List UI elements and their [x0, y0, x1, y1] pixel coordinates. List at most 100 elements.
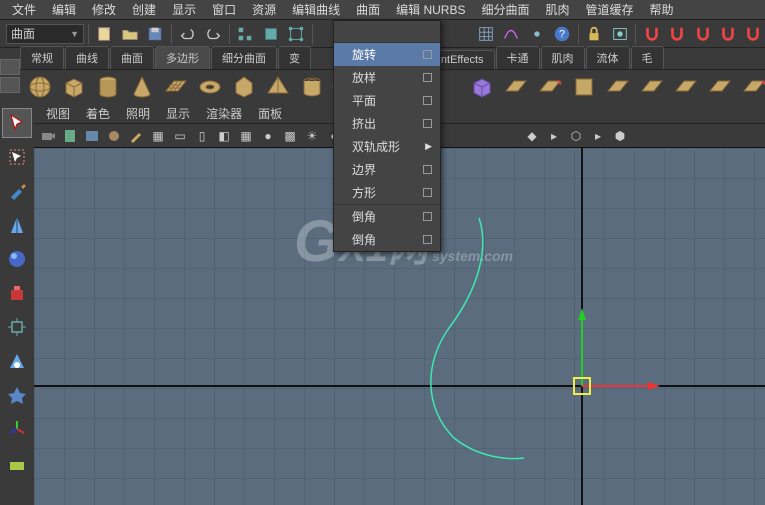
select-obj-icon[interactable] [259, 22, 282, 46]
poly-cone-icon[interactable] [126, 71, 158, 103]
save-scene-icon[interactable] [144, 22, 167, 46]
poly-op1-icon[interactable] [500, 71, 532, 103]
magnet-1-icon[interactable] [640, 22, 663, 46]
render-icon[interactable] [608, 22, 631, 46]
option-box-icon[interactable] [423, 188, 432, 197]
menu-help[interactable]: 帮助 [642, 0, 682, 20]
option-box-icon[interactable] [423, 119, 432, 128]
shelf-tab-muscle[interactable]: 肌肉 [541, 46, 585, 69]
poly-pipe-icon[interactable] [296, 71, 328, 103]
poly-op5-icon[interactable] [636, 71, 668, 103]
film-gate-icon[interactable]: ▭ [170, 126, 190, 146]
menu-assets[interactable]: 资源 [244, 0, 284, 20]
poly-op8-icon[interactable] [738, 71, 765, 103]
manip-tool[interactable] [2, 312, 32, 342]
panel-menu-panels[interactable]: 面板 [250, 103, 290, 124]
shelf-tab-general[interactable]: 常规 [20, 46, 64, 69]
option-box-icon[interactable] [423, 165, 432, 174]
camera-sel-icon[interactable] [38, 126, 58, 146]
view-axis-icon[interactable] [2, 414, 32, 444]
poly-op4-icon[interactable] [602, 71, 634, 103]
redo-icon[interactable] [201, 22, 224, 46]
dropdown-loft[interactable]: 放样 [334, 66, 440, 89]
poly-sphere-icon[interactable] [24, 71, 56, 103]
res-gate-icon[interactable]: ▯ [192, 126, 212, 146]
option-box-icon[interactable] [423, 212, 432, 221]
gate-mask-icon[interactable]: ◧ [214, 126, 234, 146]
dropdown-planar[interactable]: 平面 [334, 89, 440, 112]
poly-torus-icon[interactable] [194, 71, 226, 103]
dropdown-extrude[interactable]: 挤出 [334, 112, 440, 135]
undo-icon[interactable] [176, 22, 199, 46]
dropdown-square[interactable]: 方形 [334, 181, 440, 204]
dropdown-bevel[interactable]: 倒角 [334, 205, 440, 228]
menu-window[interactable]: 窗口 [204, 0, 244, 20]
shelf-up-button[interactable] [0, 59, 20, 75]
panel-menu-renderer[interactable]: 渲染器 [198, 103, 250, 124]
2d-pan-icon[interactable] [104, 126, 124, 146]
move-tool[interactable] [2, 210, 32, 240]
menu-file[interactable]: 文件 [4, 0, 44, 20]
poly-op2-icon[interactable] [534, 71, 566, 103]
poly-cube-sel-icon[interactable] [466, 71, 498, 103]
dropdown-boundary[interactable]: 边界 [334, 158, 440, 181]
bookmark-icon[interactable] [60, 126, 80, 146]
snap-point-icon[interactable] [525, 22, 548, 46]
poly-prism-icon[interactable] [228, 71, 260, 103]
wireframe-icon[interactable]: ▦ [236, 126, 256, 146]
dropdown-birail[interactable]: 双轨成形 ▶ [334, 135, 440, 158]
magnet-5-icon[interactable] [742, 22, 765, 46]
poly-pyramid-icon[interactable] [262, 71, 294, 103]
snap-grid-icon[interactable] [474, 22, 497, 46]
option-box-icon[interactable] [423, 235, 432, 244]
panel-menu-lighting[interactable]: 照明 [118, 103, 158, 124]
vp-icon1[interactable]: ◆ [522, 126, 542, 146]
grid-icon[interactable]: ▦ [148, 126, 168, 146]
textured-icon[interactable]: ▩ [280, 126, 300, 146]
panel-menu-shading[interactable]: 着色 [78, 103, 118, 124]
shelf-down-button[interactable] [0, 77, 20, 93]
panel-menu-show[interactable]: 显示 [158, 103, 198, 124]
magnet-2-icon[interactable] [666, 22, 689, 46]
paint-tool[interactable] [2, 176, 32, 206]
option-box-icon[interactable] [423, 73, 432, 82]
rotate-tool[interactable] [2, 244, 32, 274]
poly-plane-icon[interactable] [160, 71, 192, 103]
lasso-tool[interactable] [2, 142, 32, 172]
shelf-tab-curves[interactable]: 曲线 [65, 46, 109, 69]
vp-icon3[interactable]: ⬡ [566, 126, 586, 146]
lights-icon[interactable]: ☀ [302, 126, 322, 146]
shelf-tab-subdiv[interactable]: 细分曲面 [211, 46, 277, 69]
menu-surfaces[interactable]: 曲面 [348, 0, 388, 20]
shelf-tab-surfaces[interactable]: 曲面 [110, 46, 154, 69]
shelf-tab-polygons[interactable]: 多边形 [155, 46, 210, 69]
dropdown-revolve[interactable]: 旋转 [334, 43, 440, 66]
shaded-icon[interactable]: ● [258, 126, 278, 146]
lock-icon[interactable] [583, 22, 606, 46]
dropdown-tearoff[interactable] [334, 21, 440, 43]
scale-tool[interactable] [2, 278, 32, 308]
shelf-tab-hair[interactable]: 毛 [631, 46, 664, 69]
menu-editnurbs[interactable]: 编辑 NURBS [388, 0, 473, 20]
option-box-icon[interactable] [423, 50, 432, 59]
panel-menu-view[interactable]: 视图 [38, 103, 78, 124]
shelf-tab-fluids[interactable]: 流体 [586, 46, 630, 69]
menu-subdiv[interactable]: 细分曲面 [473, 0, 537, 20]
poly-op3-icon[interactable] [568, 71, 600, 103]
menu-pipecache[interactable]: 管道缓存 [578, 0, 642, 20]
magnet-3-icon[interactable] [691, 22, 714, 46]
image-plane-icon[interactable] [82, 126, 102, 146]
magnet-4-icon[interactable] [716, 22, 739, 46]
select-tool[interactable] [2, 108, 32, 138]
last-tool[interactable] [2, 380, 32, 410]
poly-cube-icon[interactable] [58, 71, 90, 103]
soft-tool[interactable] [2, 346, 32, 376]
menu-display[interactable]: 显示 [164, 0, 204, 20]
shelf-tab-toon[interactable]: 卡通 [496, 46, 540, 69]
shelf-tab-deform[interactable]: 变 [278, 46, 311, 69]
select-comp-icon[interactable] [284, 22, 307, 46]
vp-icon2[interactable]: ▸ [544, 126, 564, 146]
option-box-icon[interactable] [423, 96, 432, 105]
poly-cylinder-icon[interactable] [92, 71, 124, 103]
menu-edit[interactable]: 编辑 [44, 0, 84, 20]
